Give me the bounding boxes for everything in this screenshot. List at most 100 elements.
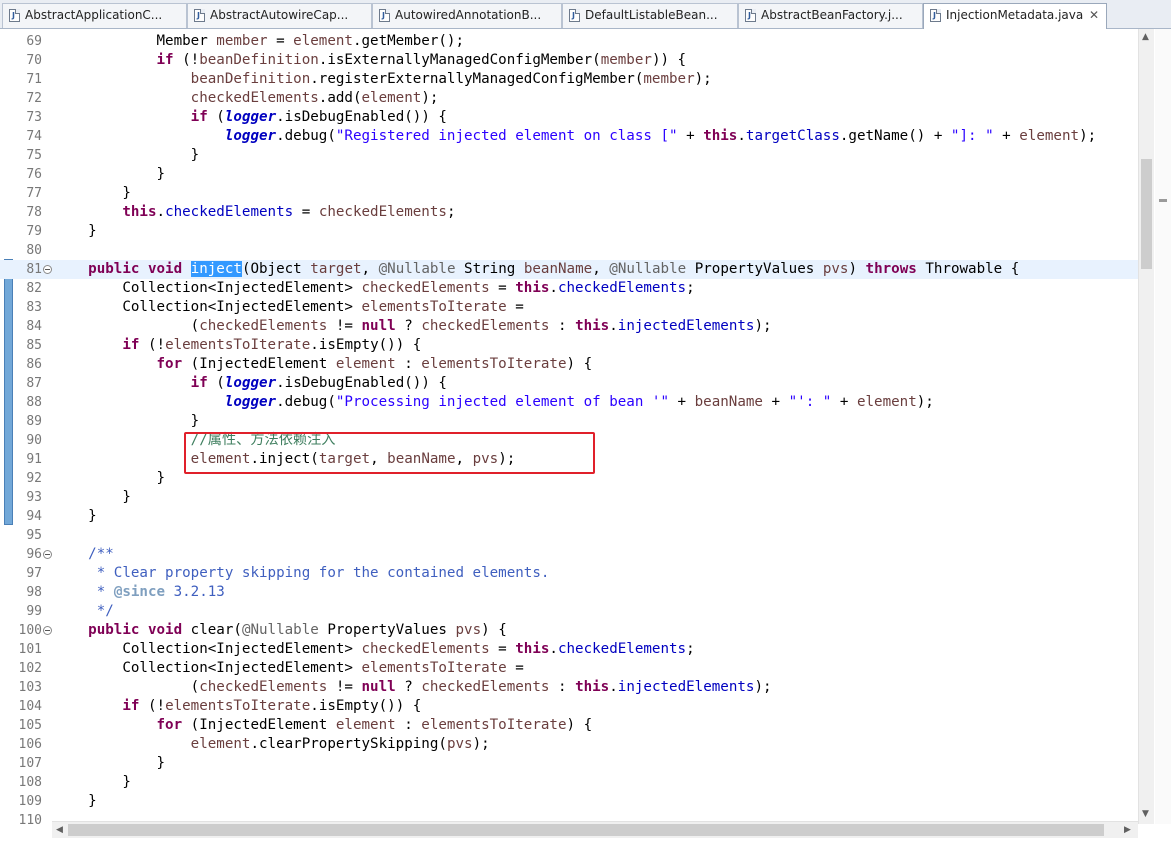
line-number: 94 bbox=[26, 509, 42, 524]
code-line[interactable]: 100 public void clear(@Nullable Property… bbox=[0, 621, 1138, 640]
code-line[interactable]: 95 bbox=[0, 526, 1138, 545]
line-number: 97 bbox=[26, 566, 42, 581]
line-number: 101 bbox=[18, 642, 42, 657]
code-line[interactable]: 89 } bbox=[0, 412, 1138, 431]
code-line[interactable]: 76 } bbox=[0, 165, 1138, 184]
tab-autowired-annotation-bean-post-processor[interactable]: J AutowiredAnnotationB... bbox=[372, 3, 562, 28]
code-text: beanDefinition.registerExternallyManaged… bbox=[190, 71, 712, 87]
code-editor[interactable]: 69 Member member = element.getMember(); 7… bbox=[0, 29, 1171, 841]
line-number: 81 bbox=[26, 262, 42, 277]
java-file-icon: J bbox=[379, 9, 390, 22]
line-number: 79 bbox=[26, 224, 42, 239]
code-line[interactable]: 75 } bbox=[0, 146, 1138, 165]
code-line[interactable]: 107 } bbox=[0, 754, 1138, 773]
code-text: Member member = element.getMember(); bbox=[54, 33, 465, 49]
tab-injection-metadata[interactable]: J InjectionMetadata.java ✕ bbox=[923, 3, 1107, 29]
code-line[interactable]: 104 if (!elementsToIterate.isEmpty()) { bbox=[0, 697, 1138, 716]
line-number: 74 bbox=[26, 129, 42, 144]
code-text: } bbox=[54, 489, 131, 505]
code-line[interactable]: 108 } bbox=[0, 773, 1138, 792]
code-line[interactable]: 74 logger.debug("Registered injected ele… bbox=[0, 127, 1138, 146]
code-line[interactable]: 85 if (!elementsToIterate.isEmpty()) { bbox=[0, 336, 1138, 355]
vertical-scrollbar[interactable]: ▲ ▼ bbox=[1138, 29, 1154, 824]
scroll-down-icon[interactable]: ▼ bbox=[1142, 809, 1149, 819]
code-line[interactable]: 77 } bbox=[0, 184, 1138, 203]
line-number: 83 bbox=[26, 300, 42, 315]
line-number: 73 bbox=[26, 110, 42, 125]
tab-abstract-bean-factory[interactable]: J AbstractBeanFactory.j... bbox=[738, 3, 923, 28]
line-number: 72 bbox=[26, 91, 42, 106]
fold-collapse-icon[interactable] bbox=[43, 550, 52, 559]
code-line[interactable]: 73 if (logger.isDebugEnabled()) { bbox=[0, 108, 1138, 127]
code-text: element.clearPropertySkipping(pvs); bbox=[190, 736, 490, 752]
overview-ruler[interactable] bbox=[1155, 29, 1171, 824]
code-line[interactable]: 105 for (InjectedElement element : eleme… bbox=[0, 716, 1138, 735]
tab-label: AbstractApplicationC... bbox=[25, 8, 163, 22]
line-number: 85 bbox=[26, 338, 42, 353]
code-line[interactable]: 83 Collection<InjectedElement> elementsT… bbox=[0, 298, 1138, 317]
code-line[interactable]: 103 (checkedElements != null ? checkedEl… bbox=[0, 678, 1138, 697]
annotation-highlight-box bbox=[184, 432, 595, 474]
horizontal-scroll-thumb[interactable] bbox=[68, 824, 1104, 836]
line-number: 90 bbox=[26, 433, 42, 448]
scroll-right-icon[interactable]: ▶ bbox=[1124, 825, 1131, 835]
scroll-left-icon[interactable]: ◀ bbox=[56, 825, 63, 835]
code-line[interactable]: 84 (checkedElements != null ? checkedEle… bbox=[0, 317, 1138, 336]
line-number: 89 bbox=[26, 414, 42, 429]
code-line[interactable]: 71 beanDefinition.registerExternallyMana… bbox=[0, 70, 1138, 89]
code-line[interactable]: 93 } bbox=[0, 488, 1138, 507]
code-line[interactable]: 69 Member member = element.getMember(); bbox=[0, 32, 1138, 51]
code-line[interactable]: 88 logger.debug("Processing injected ele… bbox=[0, 393, 1138, 412]
code-line[interactable]: 78 this.checkedElements = checkedElement… bbox=[0, 203, 1138, 222]
tab-abstract-autowire-capable-bean-factory[interactable]: J AbstractAutowireCap... bbox=[187, 3, 372, 28]
code-line[interactable]: 86 for (InjectedElement element : elemen… bbox=[0, 355, 1138, 374]
code-text: if (!elementsToIterate.isEmpty()) { bbox=[122, 337, 422, 353]
code-line[interactable]: 96 /** bbox=[0, 545, 1138, 564]
line-number: 108 bbox=[18, 775, 42, 790]
code-text: /** bbox=[88, 546, 114, 562]
tab-abstract-application-context[interactable]: J AbstractApplicationC... bbox=[2, 3, 187, 28]
close-icon[interactable]: ✕ bbox=[1089, 4, 1099, 27]
line-number: 80 bbox=[26, 243, 42, 258]
tab-label: AutowiredAnnotationB... bbox=[395, 8, 542, 22]
line-number: 77 bbox=[26, 186, 42, 201]
code-line[interactable]: 102 Collection<InjectedElement> elements… bbox=[0, 659, 1138, 678]
line-number: 103 bbox=[18, 680, 42, 695]
code-line[interactable]: 87 if (logger.isDebugEnabled()) { bbox=[0, 374, 1138, 393]
code-line[interactable]: 97 * Clear property skipping for the con… bbox=[0, 564, 1138, 583]
code-line[interactable]: 82 Collection<InjectedElement> checkedEl… bbox=[0, 279, 1138, 298]
java-file-icon: J bbox=[569, 9, 580, 22]
fold-collapse-icon[interactable] bbox=[43, 265, 52, 274]
code-text: if (logger.isDebugEnabled()) { bbox=[190, 375, 447, 391]
scroll-up-icon[interactable]: ▲ bbox=[1142, 32, 1149, 42]
horizontal-scrollbar[interactable]: ◀ ▶ bbox=[52, 821, 1138, 838]
java-file-icon: J bbox=[930, 9, 941, 22]
overview-mark[interactable] bbox=[1159, 199, 1167, 202]
vertical-scroll-thumb[interactable] bbox=[1141, 159, 1152, 269]
tab-default-listable-bean-factory[interactable]: J DefaultListableBean... bbox=[562, 3, 738, 28]
code-line[interactable]: 94 } bbox=[0, 507, 1138, 526]
code-line[interactable]: 106 element.clearPropertySkipping(pvs); bbox=[0, 735, 1138, 754]
code-line[interactable]: 72 checkedElements.add(element); bbox=[0, 89, 1138, 108]
code-line[interactable]: 70 if (!beanDefinition.isExternallyManag… bbox=[0, 51, 1138, 70]
code-text: * Clear property skipping for the contai… bbox=[96, 565, 550, 581]
code-text: (checkedElements != null ? checkedElemen… bbox=[54, 318, 772, 334]
tab-label: AbstractBeanFactory.j... bbox=[761, 8, 903, 22]
code-text: logger.debug("Processing injected elemen… bbox=[224, 394, 934, 410]
code-text: } bbox=[54, 413, 200, 429]
code-line[interactable]: 98 * @since 3.2.13 bbox=[0, 583, 1138, 602]
code-text: */ bbox=[96, 603, 114, 619]
code-text: } bbox=[54, 147, 200, 163]
code-line[interactable]: 109 } bbox=[0, 792, 1138, 811]
code-text: } bbox=[54, 774, 131, 790]
code-text: Collection<InjectedElement> elementsToIt… bbox=[54, 660, 524, 676]
code-line[interactable]: 80 bbox=[0, 241, 1138, 260]
line-number: 95 bbox=[26, 528, 42, 543]
code-text: } bbox=[54, 185, 131, 201]
code-line[interactable]: 99 */ bbox=[0, 602, 1138, 621]
code-line[interactable]: 101 Collection<InjectedElement> checkedE… bbox=[0, 640, 1138, 659]
code-line[interactable]: 81 public void inject(Object target, @Nu… bbox=[0, 260, 1138, 279]
fold-collapse-icon[interactable] bbox=[43, 626, 52, 635]
code-line[interactable]: 79 } bbox=[0, 222, 1138, 241]
line-number: 105 bbox=[18, 718, 42, 733]
